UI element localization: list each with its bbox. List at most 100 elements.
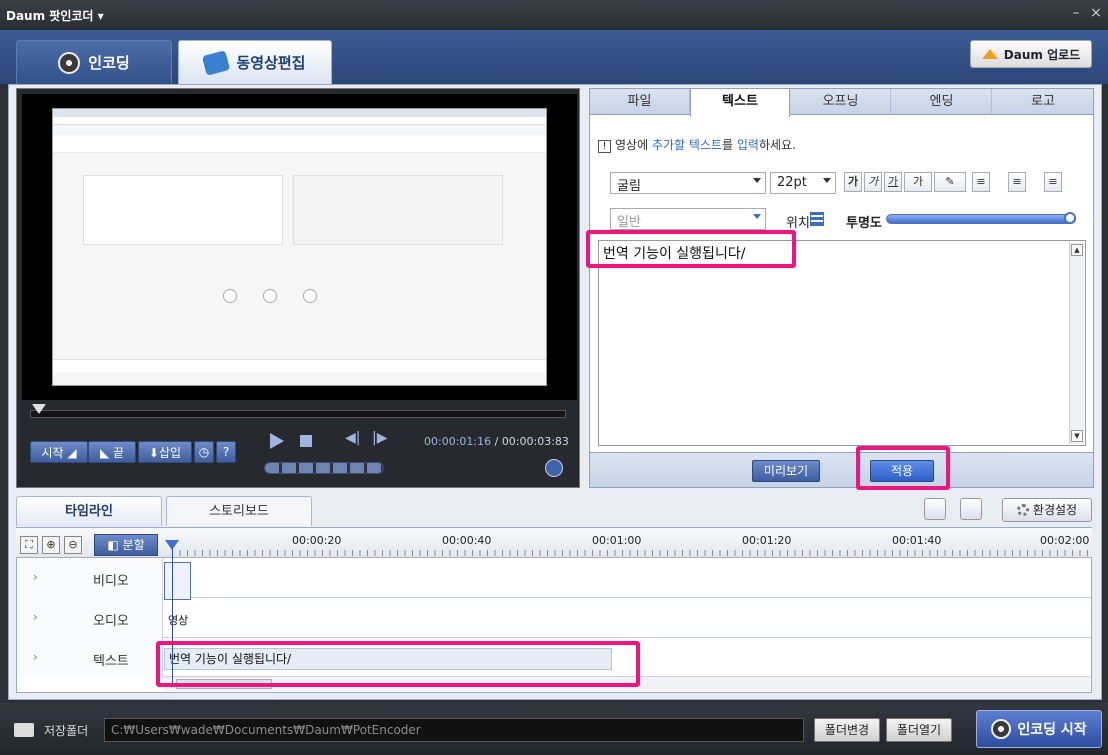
tab-timeline[interactable]: 타임라인 [16,496,162,526]
tab-opening[interactable]: 오프닝 [791,89,891,115]
ruler-label: 00:01:00 [592,534,642,547]
total-time: 00:00:03:83 [501,435,569,448]
close-button[interactable]: × [1088,5,1104,21]
opacity-slider[interactable] [886,214,1076,224]
tab-file[interactable]: 파일 [590,89,690,115]
text-scrollbar[interactable]: ▲ ▼ [1069,242,1084,444]
scroll-up-icon[interactable]: ▲ [1071,244,1083,256]
video-frame-content [52,108,547,386]
open-folder-button[interactable]: 폴더열기 [886,718,952,742]
change-folder-button[interactable]: 폴더변경 [814,718,880,742]
help-button[interactable]: ? [216,441,236,463]
align-left-icon[interactable]: ≡ [972,172,990,192]
prev-frame-icon[interactable]: ◀| [345,430,360,446]
title-bar: Daum 팟인코더 ▾ – × [0,0,1108,30]
ruler-label: 00:00:40 [442,534,492,547]
zoom-in-icon[interactable]: ⊕ [42,536,60,554]
video-preview [22,94,577,400]
upload-label: Daum 업로드 [1003,47,1081,62]
fit-icon[interactable]: ⛶ [20,536,38,554]
chevron-down-icon [823,178,831,183]
film-reel-icon [991,719,1012,739]
start-button[interactable]: 시작 ◢ [30,441,88,463]
align-center-icon[interactable]: ≡ [1008,172,1026,192]
settings-button[interactable]: 환경설정 [1002,498,1092,522]
scroll-down-icon[interactable]: ▼ [1071,430,1083,442]
tab-text[interactable]: 텍스트 [690,89,790,117]
style-select[interactable]: 일반 [610,208,766,230]
info-icon: ! [598,140,611,153]
opacity-handle[interactable] [1064,212,1076,224]
open-folder-icon[interactable] [924,498,946,520]
start-encoding-button[interactable]: 인코딩 시작 [976,710,1102,748]
ruler-label: 00:02:00 [1040,534,1090,547]
ruler-label: 00:01:40 [892,534,942,547]
folder-icon [14,723,34,737]
ruler-label: 00:00:20 [292,534,342,547]
film-reel-icon [58,51,81,74]
current-time: 00:00:01:16 [424,435,492,448]
position-grid-icon[interactable] [810,212,824,226]
daum-upload-button[interactable]: Daum 업로드 [970,40,1092,68]
next-frame-icon[interactable]: |▶ [372,430,387,446]
gear-icon [1016,504,1029,516]
tab-video-edit-label: 동영상편집 [236,54,306,72]
playhead-handle[interactable] [165,540,179,550]
size-select[interactable]: 22pt [770,172,836,194]
tab-ending[interactable]: 엔딩 [892,89,992,115]
text-input-area[interactable]: 번역 기능이 실행됩니다/ [598,240,1086,446]
preview-button[interactable]: 미리보기 [752,460,820,482]
upload-arrow-icon [981,49,998,59]
timecode: 00:00:01:16 / 00:00:03:83 [424,435,569,448]
tab-logo[interactable]: 로고 [993,89,1093,115]
split-icon: ◧ [107,538,123,552]
highlight-color-icon[interactable]: ✎ [934,172,966,192]
italic-button[interactable]: 가 [864,172,882,192]
highlight-text-input [586,230,796,268]
track-label-audio[interactable]: › 오디오 [17,598,163,638]
bold-button[interactable]: 가 [844,172,862,192]
tab-video-edit[interactable]: 동영상편집 [178,40,332,84]
stop-icon[interactable] [300,435,312,447]
chevron-down-icon [753,178,761,183]
seek-bar[interactable] [30,410,566,418]
highlight-apply-button [856,446,950,490]
opacity-label: 투명도 [846,216,882,231]
underline-button[interactable]: 가 [884,172,902,192]
video-edit-icon [202,49,231,76]
zoom-out-icon[interactable]: ⊖ [64,536,82,554]
save-folder-label: 저장폴더 [44,724,89,738]
track-label-video[interactable]: › 비디오 [17,558,163,598]
chevron-right-icon[interactable]: › [33,610,38,624]
time-separator: / [491,435,502,448]
play-icon[interactable] [270,433,284,449]
align-right-icon[interactable]: ≡ [1044,172,1062,192]
font-select[interactable]: 굴림 [610,172,766,194]
text-color-button[interactable]: 가 [904,172,932,192]
volume-icon[interactable] [545,459,563,477]
video-clip[interactable] [164,562,191,600]
save-path-field[interactable]: C:₩Users₩wade₩Documents₩Daum₩PotEncoder [104,718,804,742]
speed-slider[interactable] [264,462,384,474]
highlight-text-clip [156,641,640,687]
tab-storyboard[interactable]: 스토리보드 [166,496,312,526]
minimize-button[interactable]: – [1068,5,1084,21]
end-button[interactable]: ◣ 끝 [88,441,136,463]
save-disk-icon[interactable] [960,498,982,520]
tab-encoding-label: 인코딩 [88,54,130,72]
insert-button[interactable]: ⬇삽입 [138,441,192,463]
chevron-right-icon[interactable]: › [33,570,38,584]
tab-encoding[interactable]: 인코딩 [16,40,172,84]
clock-button[interactable]: ◷ [194,441,214,463]
panel-tabs: 파일 텍스트 오프닝 엔딩 로고 [590,89,1093,117]
track-label-text[interactable]: › 텍스트 [17,638,163,678]
chevron-right-icon[interactable]: › [33,650,38,664]
position-label: 위치 [786,216,810,231]
chevron-down-icon [753,214,761,219]
window-title[interactable]: Daum 팟인코더 ▾ [6,7,104,24]
text-hint: ! 영상에 추가할 텍스트를 입력하세요. [598,136,796,153]
ruler-label: 00:01:20 [742,534,792,547]
panel-footer [590,452,1093,487]
split-button[interactable]: ◧ 분할 [94,534,158,556]
seek-handle[interactable] [32,404,46,414]
